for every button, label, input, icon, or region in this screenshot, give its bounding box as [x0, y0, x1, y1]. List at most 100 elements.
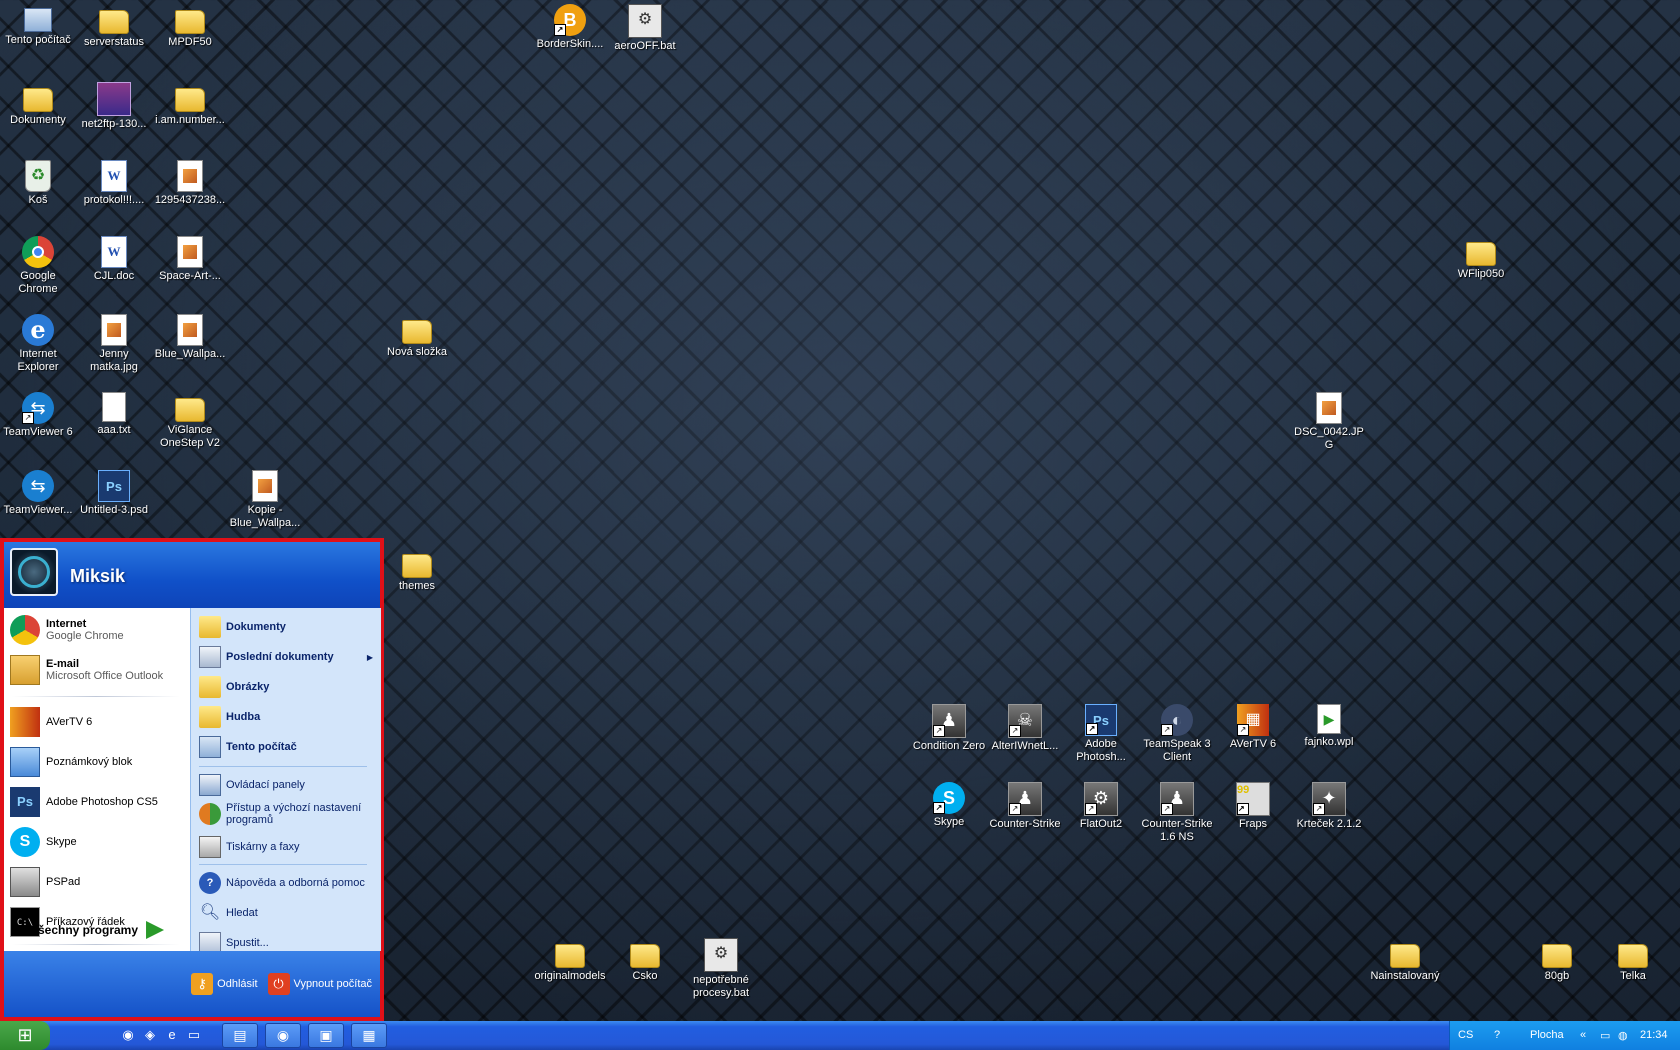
desktop-icon-iamnumber[interactable]: i.am.number... [152, 82, 228, 127]
desktop-icon-net2ftp[interactable]: net2ftp-130... [76, 82, 152, 131]
search[interactable]: 🔍︎ Hledat [199, 902, 375, 924]
setting-program-access[interactable]: Přístup a výchozí nastavení programů [199, 802, 375, 826]
desktop-icon-tento-pocitac[interactable]: Tento počítač [0, 4, 76, 47]
network-icon[interactable]: ▭ [1600, 1029, 1610, 1042]
place-obrazky[interactable]: Obrázky [199, 676, 375, 698]
place-posledni-dokumenty[interactable]: Poslední dokumenty ▶ [199, 646, 375, 668]
chrome-icon: ◉ [276, 1027, 290, 1043]
desktop-icon-dsc-0042[interactable]: DSC_0042.JPG [1291, 392, 1367, 452]
recent-notepad[interactable]: Poznámkový blok [10, 744, 184, 780]
start-menu: Miksik Internet Google Chrome E-mail Micro… [0, 538, 384, 1021]
language-indicator[interactable]: CS [1458, 1029, 1473, 1041]
help-and-support[interactable]: ? Nápověda a odborná pomoc [199, 872, 375, 894]
quicklaunch-ie-icon[interactable]: e [163, 1026, 181, 1044]
desktop-icon-google-chrome[interactable]: Google Chrome [0, 236, 76, 296]
desktop-icon-teamviewer[interactable]: ⇆ TeamViewer... [0, 470, 76, 517]
desktop-icon-nepotrebne-procesy[interactable]: ⚙ nepotřebné procesy.bat [683, 938, 759, 1000]
taskbar-item-archive[interactable]: ▤ [222, 1023, 258, 1048]
fraps-icon: 99 ↗ [1236, 782, 1270, 816]
quicklaunch-desktop-icon[interactable]: ▭ [185, 1026, 203, 1044]
pinned-email[interactable]: E-mail Microsoft Office Outlook [10, 652, 184, 688]
recent-pspad[interactable]: PSPad [10, 864, 184, 900]
shut-down-button[interactable]: ⏻ Vypnout počítač [267, 973, 372, 995]
pinned-internet[interactable]: Internet Google Chrome [10, 612, 184, 648]
desktop-toolbar-label[interactable]: Plocha [1530, 1029, 1564, 1041]
place-dokumenty[interactable]: Dokumenty [199, 616, 375, 638]
desktop-icon-aaa-txt[interactable]: aaa.txt [76, 392, 152, 437]
start-button[interactable]: ⊞ [0, 1021, 50, 1050]
quicklaunch-media-icon[interactable]: ◈ [141, 1026, 159, 1044]
desktop-icon-nova-slozka[interactable]: Nová složka [379, 314, 455, 359]
tray-expand-icon[interactable]: « [1580, 1029, 1586, 1041]
desktop-icon-1295437238[interactable]: 1295437238... [152, 160, 228, 207]
desktop-icon-serverstatus[interactable]: serverstatus [76, 4, 152, 49]
avertv-icon: ▦ [362, 1027, 376, 1043]
desktop-icon-kopie-blue-wallpa[interactable]: Kopie - Blue_Wallpa... [227, 470, 303, 530]
avertv-icon [10, 707, 40, 737]
submenu-arrow-icon: ▶ [366, 652, 373, 662]
quicklaunch-browser-icon[interactable]: ◉ [119, 1026, 137, 1044]
desktop-icon-wflip050[interactable]: WFlip050 [1443, 236, 1519, 281]
computer-icon [24, 8, 52, 32]
desktop-icon-adobe-photoshop[interactable]: Ps ↗ Adobe Photosh... [1063, 704, 1139, 764]
desktop-icon-counter-strike-ns[interactable]: ♟ ↗ Counter-Strike 1.6 NS [1139, 782, 1215, 844]
taskbar-item-explorer[interactable]: ▣ [308, 1023, 344, 1048]
teamspeak-icon: ◐ ↗ [1161, 704, 1193, 736]
desktop-icon-skype[interactable]: S ↗ Skype [911, 782, 987, 829]
setting-control-panel[interactable]: Ovládací panely [199, 774, 375, 796]
desktop-icon-fraps[interactable]: 99 ↗ Fraps [1215, 782, 1291, 831]
desktop-icon-telka[interactable]: Telka [1595, 938, 1671, 983]
desktop-icon-kos[interactable]: ♻ Koš [0, 160, 76, 207]
desktop-icon-80gb[interactable]: 80gb [1519, 938, 1595, 983]
desktop-icon-condition-zero[interactable]: ♟ ↗ Condition Zero [911, 704, 987, 753]
desktop-icon-dokumenty[interactable]: Dokumenty [0, 82, 76, 127]
place-tento-pocitac[interactable]: Tento počítač [199, 736, 375, 758]
desktop-icon-cjl-doc[interactable]: W CJL.doc [76, 236, 152, 283]
folder-icon [99, 10, 129, 34]
skype-icon: S ↗ [933, 782, 965, 814]
playlist-file-icon: ▶ [1317, 704, 1341, 734]
game-icon: ☠ ↗ [1008, 704, 1042, 738]
desktop-icon-blue-wallpa[interactable]: Blue_Wallpa... [152, 314, 228, 361]
log-off-button[interactable]: ⚷ Odhlásit [191, 973, 258, 995]
place-hudba[interactable]: Hudba [199, 706, 375, 728]
desktop-icon-internet-explorer[interactable]: e Internet Explorer [0, 314, 76, 374]
desktop-icon-avertv[interactable]: ▦ ↗ AVerTV 6 [1215, 704, 1291, 751]
desktop-icon-teamviewer-6[interactable]: ⇆ ↗ TeamViewer 6 [0, 392, 76, 439]
taskbar-item-avertv[interactable]: ▦ [351, 1023, 387, 1048]
desktop-icon-krtecek[interactable]: ✦ ↗ Krteček 2.1.2 [1291, 782, 1367, 831]
recent-photoshop[interactable]: Ps Adobe Photoshop CS5 [10, 784, 184, 820]
clock[interactable]: 21:34 [1640, 1029, 1668, 1041]
desktop-icon-aerooff[interactable]: ⚙ aeroOFF.bat [607, 4, 683, 53]
desktop-icon-teamspeak[interactable]: ◐ ↗ TeamSpeak 3 Client [1139, 704, 1215, 764]
documents-folder-icon [23, 88, 53, 112]
desktop-icon-borderskin[interactable]: B ↗ BorderSkin.... [532, 4, 608, 51]
archive-icon [97, 82, 131, 116]
desktop-icon-jenny-matka[interactable]: Jenny matka.jpg [76, 314, 152, 374]
tray-app-icon[interactable]: ◍ [1618, 1029, 1628, 1042]
recycle-bin-icon: ♻ [25, 160, 51, 192]
desktop-icon-space-art[interactable]: Space-Art-... [152, 236, 228, 283]
desktop-icon-untitled-psd[interactable]: Ps Untitled-3.psd [76, 470, 152, 517]
desktop-icon-mpdf50[interactable]: MPDF50 [152, 4, 228, 49]
desktop-icon-flatout2[interactable]: ⚙ ↗ FlatOut2 [1063, 782, 1139, 831]
recent-avertv[interactable]: AVerTV 6 [10, 704, 184, 740]
flatout-icon: ⚙ ↗ [1084, 782, 1118, 816]
desktop-icon-nainstalovany[interactable]: Nainstalovaný [1367, 938, 1443, 983]
desktop-icon-protokol[interactable]: Wprotokol!!!.... [76, 160, 152, 207]
desktop-icon-fajnko-wpl[interactable]: ▶ fajnko.wpl [1291, 704, 1367, 749]
pinned-internet-subtitle: Google Chrome [46, 630, 124, 642]
help-tray-icon[interactable]: ? [1494, 1029, 1500, 1041]
desktop-icon-originalmodels[interactable]: originalmodels [532, 938, 608, 983]
all-programs-button[interactable]: Všechny programy [4, 914, 190, 946]
user-avatar[interactable] [10, 548, 58, 596]
computer-icon: ▣ [319, 1027, 333, 1043]
taskbar-item-chrome[interactable]: ◉ [265, 1023, 301, 1048]
setting-printers[interactable]: Tiskárny a faxy [199, 836, 375, 858]
recent-skype[interactable]: S Skype [10, 824, 184, 860]
desktop-icon-viglance[interactable]: ViGlance OneStep V2 [152, 392, 228, 450]
desktop-icon-counter-strike[interactable]: ♟ ↗ Counter-Strike [987, 782, 1063, 831]
desktop-icon-alteriwnet[interactable]: ☠ ↗ AlterIWnetL... [987, 704, 1063, 753]
desktop-icon-csko[interactable]: Csko [607, 938, 683, 983]
desktop-icon-themes[interactable]: themes [379, 548, 455, 593]
